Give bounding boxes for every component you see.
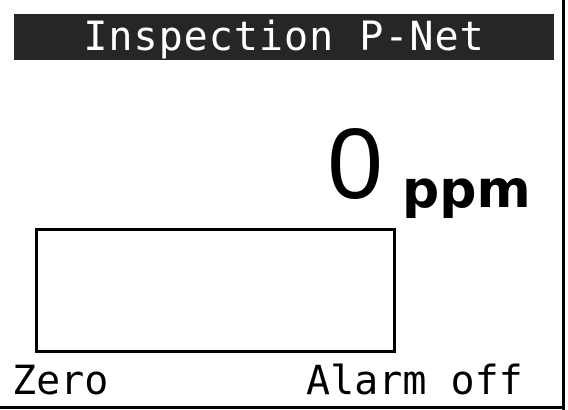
zero-softkey[interactable]: Zero [12,356,108,406]
gas-level-bar [35,228,396,353]
gas-reading-unit: ppm [402,160,531,220]
gas-reading-value: 0 [327,108,383,220]
screen-title: Inspection P-Net [14,14,554,60]
alarm-off-softkey[interactable]: Alarm off [306,356,523,406]
screen-frame-bottom [0,406,565,409]
detector-screen: Inspection P-Net 0 ppm Zero Alarm off [0,0,568,410]
screen-frame-right [562,0,565,410]
